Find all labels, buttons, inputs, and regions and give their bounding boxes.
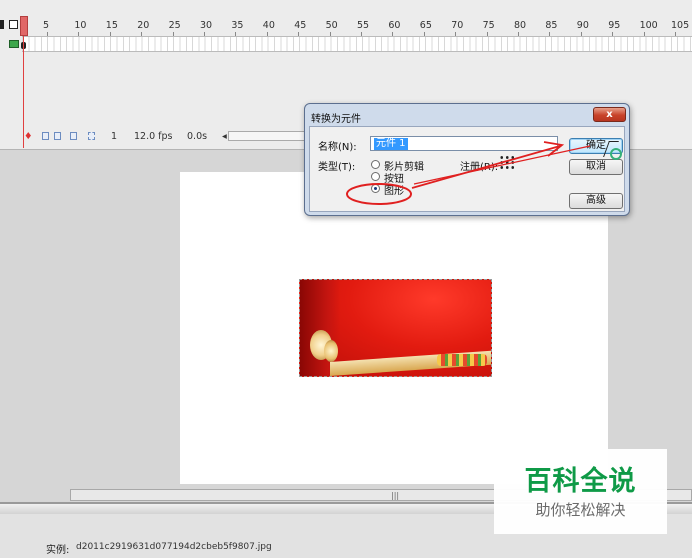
frame-number: 70 (451, 20, 464, 31)
frame-number: 25 (168, 20, 181, 31)
frame-number: 80 (514, 20, 527, 31)
registration-grid-icon[interactable] (499, 155, 515, 169)
watermark-subtitle: 助你轻松解决 (535, 501, 626, 519)
frame-ruler[interactable]: 5 10 15 20 25 30 35 40 45 50 55 60 65 70 75 80 85 90 95 100… (0, 18, 692, 36)
frame-number: 105 (671, 20, 690, 31)
frame-number: 40 (262, 20, 275, 31)
close-button[interactable]: x (593, 107, 626, 122)
frame-number: 65 (419, 20, 432, 31)
frame-number: 85 (545, 20, 558, 31)
symbol-name-value: 元件 1 (374, 138, 408, 150)
frame-number: 60 (388, 20, 401, 31)
frame-number: 10 (74, 20, 87, 31)
layer-frame-row[interactable] (22, 36, 692, 52)
layer-outline-color-icon[interactable] (9, 40, 19, 48)
watermark: 百科全说 助你轻松解决 (494, 449, 667, 534)
onion-skin-icon[interactable] (42, 132, 49, 140)
elapsed-time: 0.0s (187, 131, 208, 142)
frame-number: 50 (325, 20, 338, 31)
frame-number: 75 (482, 20, 495, 31)
frame-rate[interactable]: 12.0 fps (134, 131, 173, 142)
registration-label: 注册(R): (460, 162, 499, 173)
frame-number: 45 (294, 20, 307, 31)
edit-multiple-frames-icon[interactable] (70, 132, 77, 140)
frame-number: 100 (639, 20, 658, 31)
frame-number: 20 (137, 20, 150, 31)
symbol-name-field[interactable]: 元件 1 (370, 136, 558, 151)
playhead-handle[interactable] (20, 16, 28, 36)
frame-number: 35 (231, 20, 244, 31)
onion-skin-outlines-icon[interactable] (54, 132, 61, 140)
flowers-graphic (437, 354, 487, 366)
watermark-title: 百科全说 (524, 466, 637, 497)
type-option-graphic[interactable]: 图形 (384, 182, 404, 197)
dialog-body: 名称(N): 元件 1 类型(T): 影片剪辑 按钮 图形 注册(R): 确定 … (309, 126, 625, 212)
current-frame: 1 (111, 131, 118, 142)
frame-number: 90 (576, 20, 589, 31)
dialog-title: 转换为元件 (311, 114, 361, 125)
frame-number: 15 (105, 20, 118, 31)
advanced-button[interactable]: 高级 (569, 193, 623, 209)
scroll-left-icon[interactable]: ◂ (222, 131, 227, 142)
selected-bitmap-image[interactable] (299, 279, 492, 377)
type-radio-movieclip[interactable] (371, 160, 380, 169)
modify-onion-markers-icon[interactable] (88, 132, 95, 140)
convert-to-symbol-dialog: 转换为元件 x 名称(N): 元件 1 类型(T): 影片剪辑 按钮 图形 注册… (304, 103, 630, 216)
drum-graphic-small (324, 340, 338, 362)
name-label: 名称(N): (318, 142, 357, 153)
type-radio-graphic[interactable] (371, 184, 380, 193)
frame-number: 95 (608, 20, 621, 31)
cancel-button[interactable]: 取消 (569, 159, 623, 175)
type-label: 类型(T): (318, 162, 356, 173)
center-frame-icon[interactable]: ♦ (24, 131, 33, 142)
instance-label: 实例: (46, 545, 70, 556)
frame-number: 30 (200, 20, 213, 31)
instance-file-name: d2011c2919631d077194d2cbeb5f9807.jpg (76, 542, 272, 552)
scroll-grip-icon[interactable]: ||| (391, 491, 399, 500)
frame-number: 5 (43, 20, 50, 31)
frame-number: 55 (357, 20, 370, 31)
type-radio-button[interactable] (371, 172, 380, 181)
